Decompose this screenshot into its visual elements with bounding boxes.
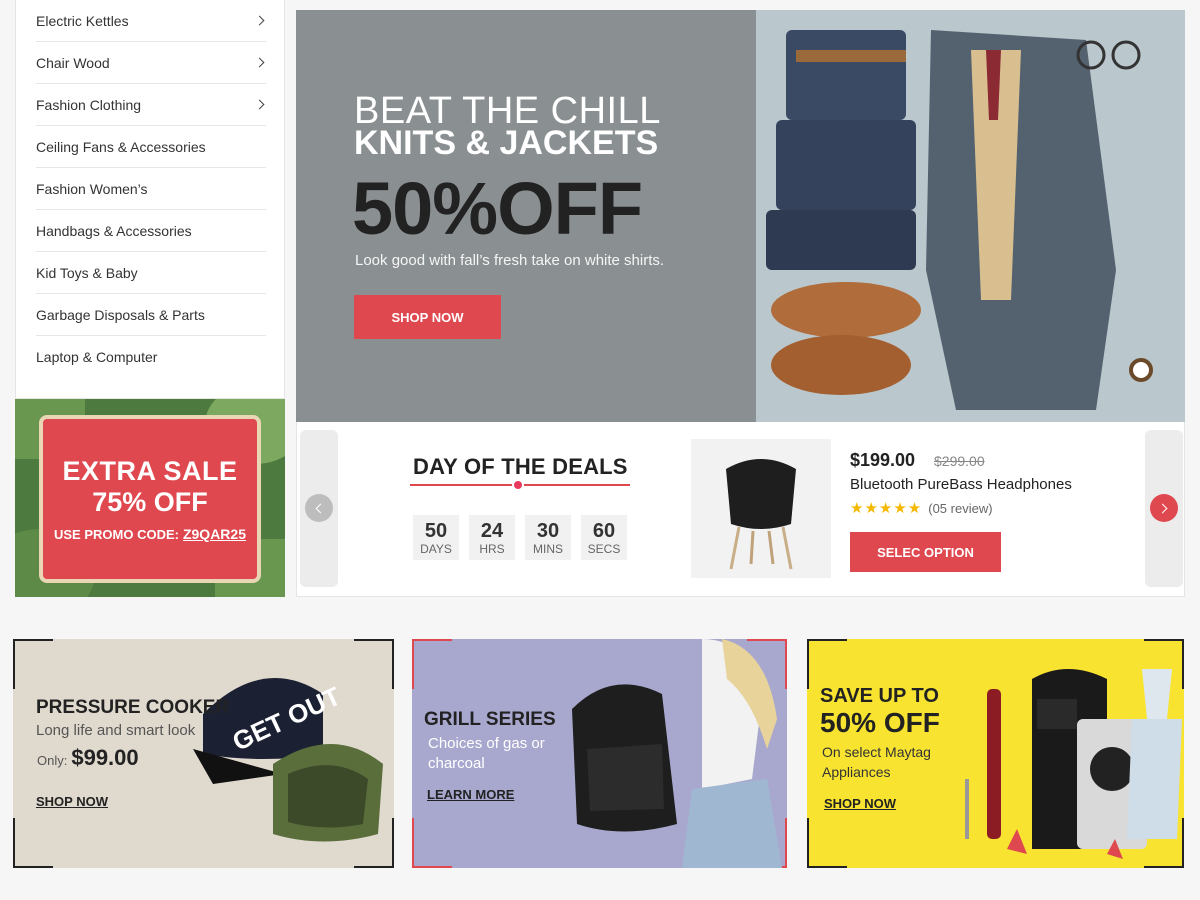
prev-arrow-button[interactable] [305, 494, 333, 522]
chevron-right-icon [1157, 503, 1168, 513]
countdown-hours: 24 HRS [469, 515, 515, 560]
rating: ★★★★★ (05 review) [850, 499, 993, 517]
star-rating-icon: ★★★★★ [850, 500, 923, 517]
sidebar-item-electric-kettles[interactable]: Electric Kettles [36, 0, 266, 42]
sidebar-item-label: Electric Kettles [36, 12, 129, 29]
backpack-model-illustration [572, 639, 782, 868]
sidebar-item-label: Chair Wood [36, 54, 110, 71]
promo-card-pressure-cooker[interactable]: GET OUT PRESSURE COOKER Long life and sm… [13, 639, 394, 868]
chevron-right-icon [254, 99, 265, 110]
frame-corner [13, 639, 53, 689]
promo-code: Z9QAR25 [182, 526, 246, 542]
sidebar-item-label: Ceiling Fans & Accessories [36, 138, 206, 155]
sidebar-item-label: Laptop & Computer [36, 349, 158, 365]
sidebar-item-chair-wood[interactable]: Chair Wood [36, 42, 266, 84]
review-count[interactable]: (05 review) [928, 501, 992, 516]
chair-illustration [726, 459, 796, 570]
countdown-unit: DAYS [420, 541, 452, 556]
price-prefix: Only: [37, 753, 68, 768]
caps-illustration: GET OUT [193, 678, 383, 842]
sidebar-item-label: Fashion Women’s [36, 180, 148, 197]
chevron-right-icon [254, 57, 265, 68]
hero-clothing-illustration [756, 10, 1185, 422]
promo-text: USE PROMO CODE: Z9QAR25 [54, 526, 246, 542]
deal-price: $199.00 [850, 450, 916, 470]
countdown-value: 24 [480, 519, 504, 542]
sidebar-item-fashion-womens[interactable]: Fashion Women’s [36, 168, 266, 210]
next-arrow-button[interactable] [1150, 494, 1178, 522]
shop-now-link[interactable]: SHOP NOW [824, 796, 896, 811]
promo-card-grill-series[interactable]: GRILL SERIES Choices of gas or charcoal … [412, 639, 787, 868]
card-description-line-1: Choices of gas or [428, 735, 545, 752]
sidebar-item-label: Handbags & Accessories [36, 222, 192, 239]
sale-box: EXTRA SALE 75% OFF USE PROMO CODE: Z9QAR2… [39, 415, 261, 583]
frame-corner [13, 818, 53, 868]
hero-discount: 50%OFF [352, 167, 643, 250]
countdown-value: 50 [424, 519, 448, 542]
card-discount: 50% OFF [820, 707, 940, 738]
sidebar-item-kid-toys[interactable]: Kid Toys & Baby [36, 252, 266, 294]
card-description-line-2: Appliances [822, 764, 891, 780]
frame-corner [412, 818, 452, 868]
hero-product-image [756, 10, 1185, 422]
frame-corner [412, 639, 452, 689]
deals-title: DAY OF THE DEALS [413, 454, 628, 479]
sidebar-item-fashion-clothing[interactable]: Fashion Clothing [36, 84, 266, 126]
deal-old-price: $299.00 [934, 453, 985, 469]
countdown-value: 60 [592, 519, 616, 542]
sidebar-item-label: Garbage Disposals & Parts [36, 306, 205, 323]
card-price-row: Only: $99.00 [37, 745, 139, 771]
card-description: Long life and smart look [36, 722, 196, 739]
chevron-right-icon [254, 15, 265, 26]
promo-label: USE PROMO CODE: [54, 527, 179, 542]
countdown-unit: SECS [587, 541, 621, 556]
deal-product-name[interactable]: Bluetooth PureBass Headphones [850, 476, 1072, 493]
card-price: $99.00 [71, 745, 139, 770]
card-description-line-2: charcoal [428, 755, 485, 772]
frame-corner [807, 818, 847, 868]
sidebar-item-garbage-disposals[interactable]: Garbage Disposals & Parts [36, 294, 266, 336]
hero-subtitle: Look good with fall’s fresh take on whit… [355, 252, 665, 269]
shop-now-link[interactable]: SHOP NOW [36, 794, 108, 809]
hero-banner: BEAT THE CHILL KNITS & JACKETS 50%OFF Lo… [296, 10, 1185, 422]
countdown-timer: 50 DAYS 24 HRS 30 MINS 60 SECS [413, 515, 627, 560]
deal-product-image[interactable] [691, 439, 831, 578]
learn-more-link[interactable]: LEARN MORE [427, 787, 514, 802]
sale-title: EXTRA SALE [62, 456, 238, 486]
extra-sale-banner[interactable]: EXTRA SALE 75% OFF USE PROMO CODE: Z9QAR2… [15, 399, 285, 597]
sidebar-item-label: Fashion Clothing [36, 96, 142, 113]
deals-section: DAY OF THE DEALS 50 DAYS 24 HRS 30 MINS 60 S… [296, 422, 1185, 597]
countdown-days: 50 DAYS [413, 515, 459, 560]
sale-discount: 75% OFF [92, 487, 208, 517]
hero-line-2: KNITS & JACKETS [354, 124, 659, 162]
countdown-minutes: 30 MINS [525, 515, 571, 560]
appliances-illustration [965, 669, 1182, 859]
countdown-unit: HRS [479, 541, 505, 556]
countdown-unit: MINS [533, 541, 563, 556]
prev-panel [300, 430, 338, 587]
category-sidebar: Electric Kettles Chair Wood Fashion Clot… [15, 0, 285, 399]
card-description-line-1: On select Maytag [822, 744, 931, 760]
deals-underline-dot [512, 479, 524, 491]
sidebar-item-ceiling-fans[interactable]: Ceiling Fans & Accessories [36, 126, 266, 168]
category-list: Electric Kettles Chair Wood Fashion Clot… [16, 0, 284, 378]
select-option-button[interactable]: SELEC OPTION [850, 532, 1001, 572]
shop-now-button[interactable]: SHOP NOW [354, 295, 501, 339]
card-title: SAVE UP TO [820, 685, 939, 707]
next-panel [1145, 430, 1183, 587]
chevron-left-icon [315, 503, 326, 513]
countdown-seconds: 60 SECS [581, 515, 627, 560]
card-title: PRESSURE COOKER [36, 697, 230, 718]
card-title: GRILL SERIES [424, 709, 556, 730]
sidebar-item-handbags[interactable]: Handbags & Accessories [36, 210, 266, 252]
sidebar-item-label: Kid Toys & Baby [36, 264, 138, 281]
countdown-value: 30 [536, 519, 560, 542]
frame-corner [807, 639, 847, 689]
sidebar-item-laptop-computer[interactable]: Laptop & Computer [36, 336, 266, 378]
promo-card-appliances[interactable]: SAVE UP TO 50% OFF On select Maytag Appl… [807, 639, 1184, 868]
